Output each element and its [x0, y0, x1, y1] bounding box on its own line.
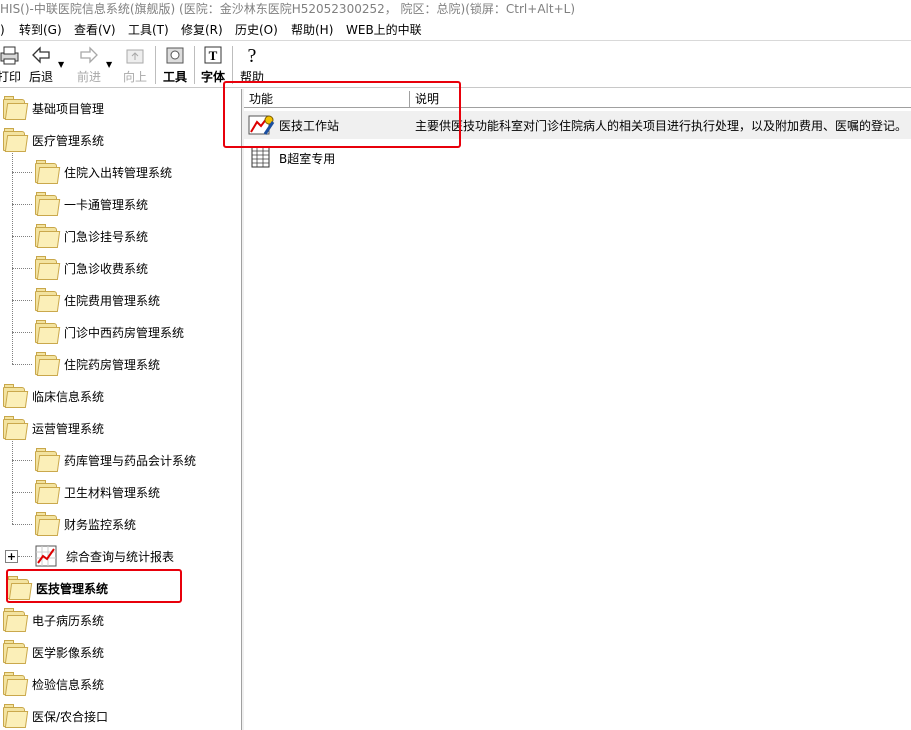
tree-connector: [12, 236, 32, 237]
tree-connector: [12, 204, 32, 205]
question-icon: ?: [235, 44, 269, 70]
highlight-box: [6, 569, 182, 603]
highlight-box: [223, 81, 461, 148]
tree-node-medical-management[interactable]: 医疗管理系统: [2, 124, 104, 156]
function-list: 功能 说明 医技工作站 主要供医技功能科室对门诊住院病人的相关项目进行执行处理，…: [223, 81, 911, 730]
chart-icon: [34, 544, 60, 568]
svg-text:?: ?: [248, 45, 257, 66]
tree-connector: [18, 556, 32, 557]
folder-icon: [34, 512, 61, 536]
tree-connector: [12, 268, 32, 269]
folder-up-icon: [118, 44, 152, 70]
tree-node-operations[interactable]: 运营管理系统: [2, 412, 104, 444]
print-button[interactable]: 打印: [0, 44, 26, 86]
back-dropdown-icon[interactable]: ▼: [58, 60, 64, 69]
list-item-ultrasound-room[interactable]: B超室专用: [244, 144, 911, 172]
tree-connector: [12, 492, 32, 493]
tree-node-basic-items[interactable]: 基础项目管理: [2, 92, 104, 124]
menu-view[interactable]: 查看(V): [74, 22, 116, 38]
folder-icon: [34, 448, 61, 472]
tree-node-drug-warehouse[interactable]: 药库管理与药品会计系统: [34, 444, 196, 476]
tree-node-outpatient-billing[interactable]: 门急诊收费系统: [34, 252, 148, 284]
tree-node-emr[interactable]: 电子病历系统: [2, 604, 104, 636]
folder-icon: [34, 256, 61, 280]
menu-file[interactable]: ): [0, 22, 5, 38]
tree-connector: [12, 364, 32, 365]
tree-node-inpatient-billing[interactable]: 住院费用管理系统: [34, 284, 160, 316]
menu-tools[interactable]: 工具(T): [128, 22, 169, 38]
tree-node-imaging[interactable]: 医学影像系统: [2, 636, 104, 668]
folder-icon: [2, 384, 29, 408]
tree-node-registration[interactable]: 门急诊挂号系统: [34, 220, 148, 252]
tree-node-medical-materials[interactable]: 卫生材料管理系统: [34, 476, 160, 508]
toolbar-separator: [194, 46, 195, 84]
tree-node-inpatient-pharmacy[interactable]: 住院药房管理系统: [34, 348, 160, 380]
menu-web[interactable]: WEB上的中联: [346, 22, 422, 38]
forward-button[interactable]: 前进: [72, 44, 106, 86]
back-button[interactable]: 后退: [24, 44, 58, 86]
folder-icon: [34, 160, 61, 184]
tree-node-inpatient-admission[interactable]: 住院入出转管理系统: [34, 156, 172, 188]
folder-icon: [2, 416, 29, 440]
tree-node-card-system[interactable]: 一卡通管理系统: [34, 188, 148, 220]
tree-node-outpatient-pharmacy[interactable]: 门诊中西药房管理系统: [34, 316, 184, 348]
font-button[interactable]: T 字体: [196, 44, 230, 86]
folder-icon: [34, 352, 61, 376]
tree-node-clinical-info[interactable]: 临床信息系统: [2, 380, 104, 412]
up-button[interactable]: 向上: [118, 44, 152, 86]
tree-node-insurance-interface[interactable]: 医保/农合接口: [2, 700, 108, 730]
navigation-tree: 基础项目管理 医疗管理系统 住院入出转管理系统 一卡通管理系统 门急诊挂号系统 …: [0, 89, 242, 730]
folder-icon: [34, 288, 61, 312]
tools-icon: [158, 44, 192, 70]
menu-bar: ) 转到(G) 查看(V) 工具(T) 修复(R) 历史(O) 帮助(H) WE…: [0, 19, 911, 41]
forward-dropdown-icon[interactable]: ▼: [106, 60, 112, 69]
folder-icon: [34, 192, 61, 216]
tree-connector: [12, 172, 32, 173]
menu-goto[interactable]: 转到(G): [19, 22, 62, 38]
folder-icon: [2, 672, 29, 696]
column-header-description[interactable]: 说明: [410, 91, 911, 107]
arrow-right-icon: [72, 44, 106, 70]
folder-icon: [2, 640, 29, 664]
menu-history[interactable]: 历史(O): [235, 22, 278, 38]
tree-connector: [12, 524, 32, 525]
tools-button[interactable]: 工具: [158, 44, 192, 86]
folder-icon: [2, 128, 29, 152]
folder-icon: [2, 704, 29, 728]
tree-node-lab-info[interactable]: 检验信息系统: [2, 668, 104, 700]
tree-node-finance-monitor[interactable]: 财务监控系统: [34, 508, 136, 540]
expand-plus-icon[interactable]: +: [5, 550, 18, 563]
tree-node-query-reports[interactable]: 综合查询与统计报表: [34, 540, 174, 572]
toolbar-separator: [232, 46, 233, 84]
menu-help[interactable]: 帮助(H): [291, 22, 333, 38]
window-title: HIS()-中联医院信息系统(旗舰版) (医院：金沙林东医院H520523002…: [0, 0, 911, 19]
tree-connector: [12, 332, 32, 333]
grid-sheet-icon: [249, 145, 279, 171]
folder-icon: [2, 96, 29, 120]
tree-connector: [12, 460, 32, 461]
printer-icon: [0, 44, 26, 70]
toolbar-separator: [155, 46, 156, 84]
menu-repair[interactable]: 修复(R): [181, 22, 223, 38]
help-button[interactable]: ? 帮助: [235, 44, 269, 86]
tree-connector: [12, 436, 13, 524]
folder-icon: [34, 224, 61, 248]
arrow-left-icon: [24, 44, 58, 70]
folder-icon: [34, 480, 61, 504]
folder-icon: [2, 608, 29, 632]
font-icon: T: [196, 44, 230, 70]
folder-icon: [34, 320, 61, 344]
svg-text:T: T: [209, 48, 218, 63]
tree-connector: [12, 300, 32, 301]
